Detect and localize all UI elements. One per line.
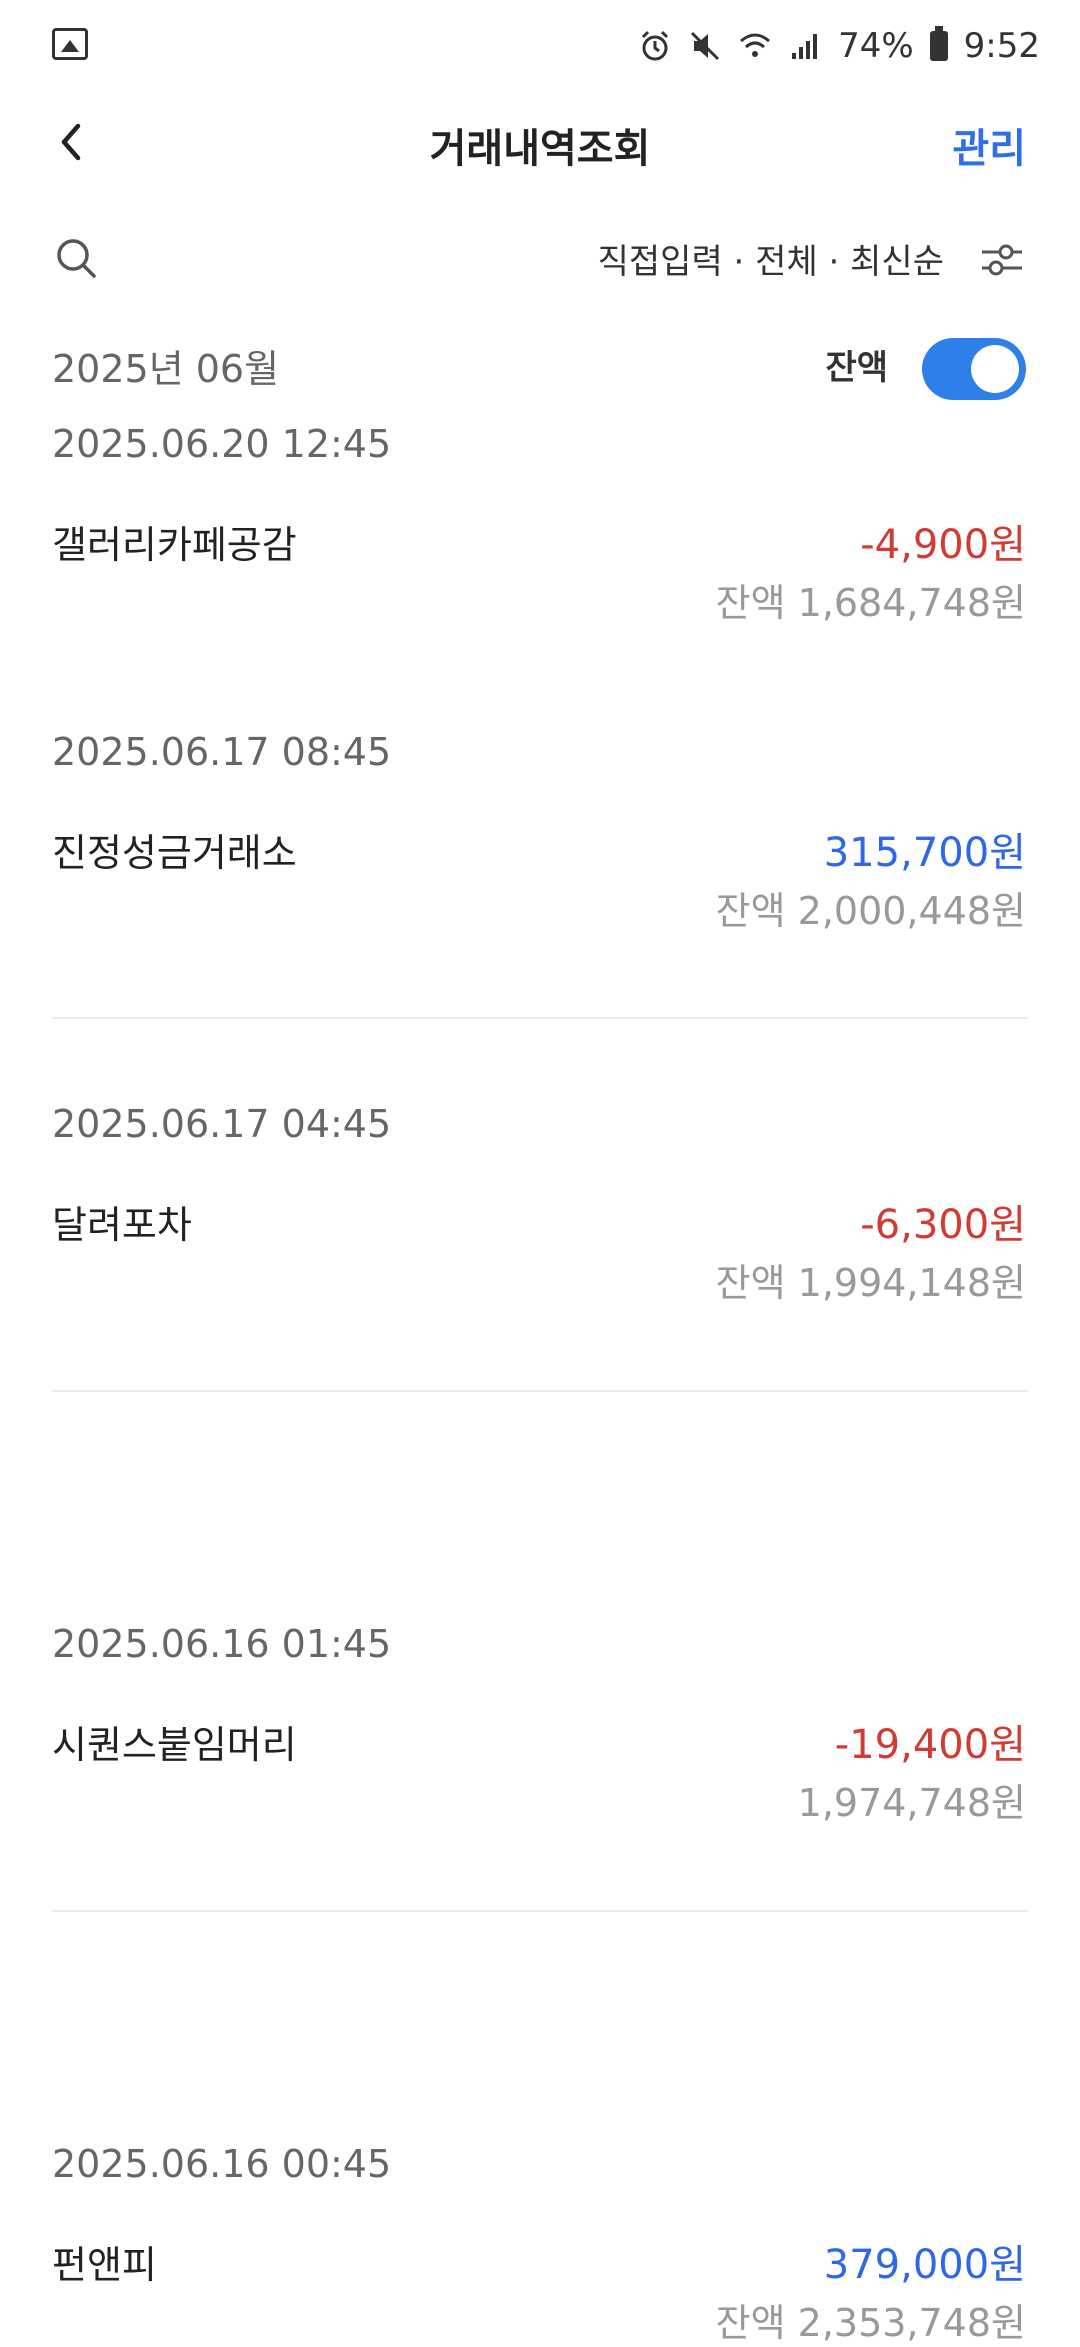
- balance-toggle[interactable]: [922, 338, 1026, 400]
- balance-toggle-label: 잔액: [825, 348, 888, 388]
- transaction-date: 2025.06.16 00:45: [52, 2142, 392, 2186]
- alarm-icon: [642, 30, 669, 61]
- filter-bar: 직접입력 · 전체 · 최신순: [0, 218, 1080, 298]
- page-title: 거래내역조회: [429, 126, 651, 172]
- transaction-date: 2025.06.17 04:45: [52, 1102, 392, 1146]
- manage-button[interactable]: 관리: [952, 116, 1026, 174]
- transaction-balance: 잔액 2,000,448원: [715, 889, 1026, 933]
- status-bar: 74% 9:52: [0, 0, 1080, 90]
- search-icon[interactable]: [52, 234, 100, 282]
- battery-icon: [929, 26, 948, 61]
- divider: [52, 1390, 1028, 1392]
- transaction-amount: -19,400원: [834, 1722, 1026, 1768]
- mute-icon: [691, 31, 720, 61]
- transaction-merchant: 달려포차: [52, 1203, 192, 1247]
- app-bar: 거래내역조회 관리: [0, 90, 1080, 194]
- transaction-amount: 315,700원: [823, 830, 1026, 876]
- transaction-merchant: 시퀀스붙임머리: [52, 1723, 297, 1767]
- transaction-date: 2025.06.16 01:45: [52, 1622, 392, 1666]
- transaction-date: 2025.06.20 12:45: [52, 422, 392, 466]
- signal-icon: [792, 34, 818, 59]
- transaction-balance: 잔액 2,353,748원: [715, 2301, 1026, 2345]
- transaction-balance: 1,974,748원: [797, 1781, 1026, 1825]
- transaction-balance: 잔액 1,994,148원: [715, 1261, 1026, 1305]
- divider: [52, 1017, 1028, 1019]
- gallery-notification-icon: [52, 28, 88, 60]
- transaction-merchant: 갤러리카페공감: [52, 523, 297, 567]
- transaction-merchant: 펀앤피: [52, 2243, 157, 2287]
- filter-summary[interactable]: 직접입력 · 전체 · 최신순: [598, 234, 944, 283]
- wifi-icon: [740, 33, 771, 57]
- transaction-merchant: 진정성금거래소: [52, 831, 297, 875]
- toggle-knob: [971, 345, 1019, 393]
- status-icons: 74% 9:52: [638, 22, 1040, 70]
- transaction-amount: -6,300원: [860, 1202, 1026, 1248]
- clock-time: 9:52: [963, 26, 1040, 66]
- transaction-amount: -4,900원: [860, 522, 1026, 568]
- month-header: 2025년 06월 잔액: [0, 330, 1080, 400]
- divider: [52, 1910, 1028, 1912]
- transaction-balance: 잔액 1,684,748원: [715, 581, 1026, 625]
- transaction-amount: 379,000원: [823, 2242, 1026, 2288]
- month-label: 2025년 06월: [52, 347, 280, 391]
- battery-percent: 74%: [838, 26, 914, 66]
- filter-settings-icon[interactable]: [978, 236, 1026, 284]
- transaction-date: 2025.06.17 08:45: [52, 730, 392, 774]
